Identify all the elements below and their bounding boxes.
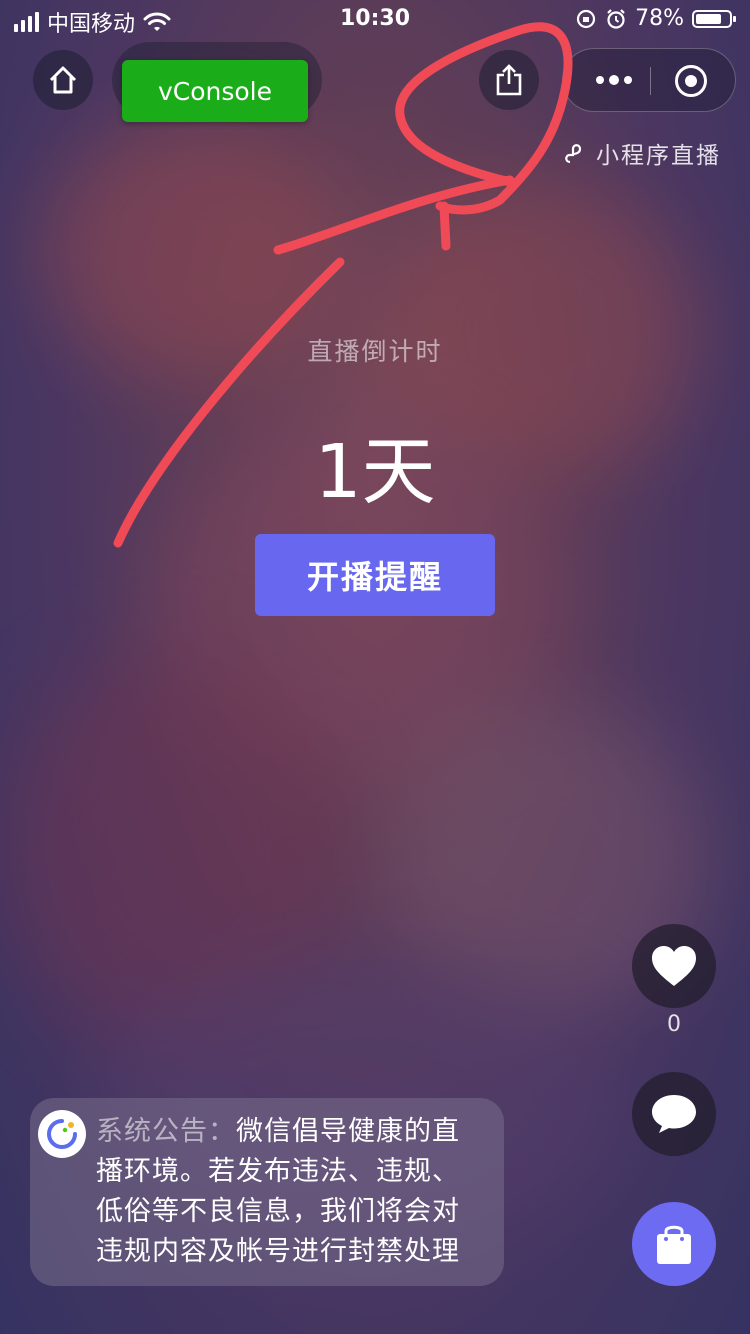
battery-icon — [692, 9, 736, 28]
share-button[interactable] — [479, 50, 539, 110]
alarm-icon — [607, 8, 625, 29]
comment-icon — [652, 1095, 696, 1133]
system-notice: 系统公告：微信倡导健康的直播环境。若发布违法、违规、低俗等不良信息，我们将会对违… — [30, 1098, 504, 1286]
home-icon — [49, 66, 77, 94]
notice-text: 系统公告：微信倡导健康的直播环境。若发布违法、违规、低俗等不良信息，我们将会对违… — [96, 1112, 480, 1272]
rotation-lock-icon — [576, 9, 596, 28]
live-reminder-button[interactable]: 开播提醒 — [255, 534, 495, 616]
countdown-value: 1天 — [314, 429, 436, 515]
countdown-label: 直播倒计时 — [307, 337, 443, 366]
notice-label: 系统公告： — [96, 1116, 236, 1147]
link-icon — [565, 144, 582, 164]
notice-logo-icon — [38, 1110, 86, 1158]
mini-program-capsule — [562, 48, 736, 112]
home-button[interactable] — [33, 50, 93, 110]
close-mini-program-button[interactable] — [675, 65, 707, 97]
vconsole-button[interactable]: vConsole — [122, 60, 308, 122]
mini-program-live-link[interactable]: 小程序直播 — [562, 136, 721, 170]
comment-button[interactable] — [632, 1072, 716, 1156]
capsule-divider — [650, 67, 651, 95]
heart-icon — [652, 946, 696, 986]
mini-program-live-label: 小程序直播 — [596, 143, 721, 169]
battery-percent: 78% — [635, 6, 684, 31]
shopping-bag-button[interactable] — [632, 1202, 716, 1286]
share-icon — [496, 64, 522, 96]
status-bar: 中国移动 10:30 78% — [0, 0, 750, 40]
more-menu-button[interactable] — [589, 49, 639, 111]
like-count: 0 — [667, 1012, 681, 1037]
shopping-bag-icon — [657, 1225, 691, 1264]
like-button[interactable] — [632, 924, 716, 1008]
